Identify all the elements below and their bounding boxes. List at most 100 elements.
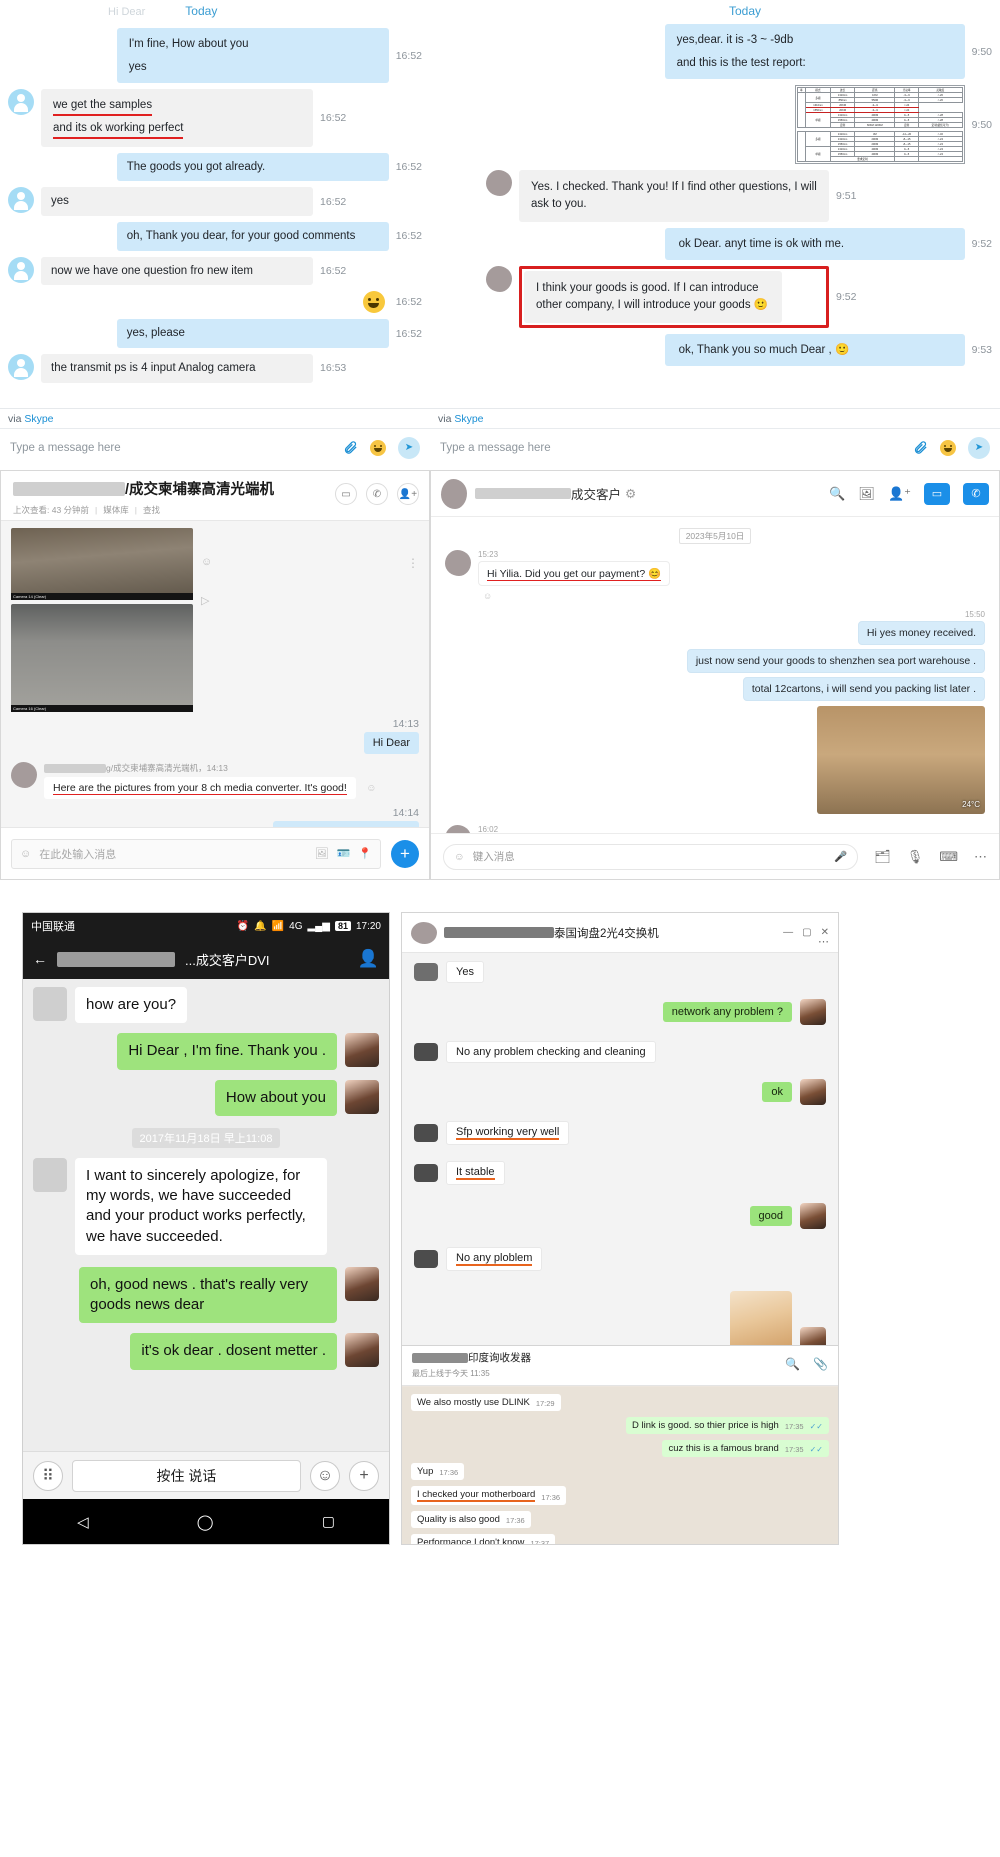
message-bubble[interactable]: good [749, 1206, 792, 1226]
emoji-icon[interactable] [370, 439, 386, 456]
message-bubble[interactable]: yes [41, 187, 313, 217]
test-report-image[interactable]: 率模式 波长 距离 光功率 灵敏度 多模 1310nm 1KM -3~-9 <-20 850nm… [794, 85, 965, 165]
search-link[interactable]: 查找 [143, 504, 160, 516]
message-row[interactable]: I think your goods is good. If I can int… [438, 266, 992, 328]
message-bubble[interactable]: How about you [214, 1079, 337, 1116]
video-camera-icon[interactable]: ▭ [335, 483, 357, 505]
message-bubble[interactable]: I checked your motherboard 17:36 [411, 1486, 567, 1505]
message-row[interactable]: The goods you got already. 16:52 [8, 152, 422, 182]
message-bubble[interactable]: Hi Dear , I'm fine. Thank you . [117, 1033, 337, 1070]
message-bubble[interactable]: I'm fine, How about you yes [116, 28, 389, 84]
via-app-name[interactable]: Skype [454, 413, 483, 425]
good-sticker-image[interactable] [730, 1291, 792, 1351]
message-bubble[interactable]: Here are the pictures from your 8 ch med… [44, 777, 356, 799]
more-icon[interactable]: ⋯ [974, 849, 987, 865]
home-circle-icon[interactable]: ◯ [197, 1513, 214, 1531]
message-bubble[interactable]: the transmit ps is 4 input Analog camera [41, 354, 313, 383]
emoji-icon[interactable] [940, 439, 956, 456]
emoji-icon[interactable]: ☺ [454, 851, 465, 863]
message-row[interactable]: ok, Thank you so much Dear , 🙂 9:53 [438, 333, 992, 367]
keyboard-icon[interactable]: ⠿ [33, 1460, 63, 1491]
add-attachment-button[interactable]: + [349, 1460, 379, 1491]
message-input[interactable]: Type a message here [10, 442, 331, 454]
message-bubble[interactable]: Hi Yilia. Did you get our payment? 😊 [478, 561, 671, 586]
message-input[interactable]: ☺ 键入消息 🎤 [443, 843, 859, 870]
gear-icon[interactable]: ⚙ [625, 486, 636, 501]
message-bubble[interactable]: it's ok dear . dosent metter . [130, 1333, 337, 1370]
emoji-reaction-icon[interactable]: ☺ [366, 783, 376, 794]
location-icon[interactable]: 📍 [358, 847, 372, 860]
back-triangle-icon[interactable]: ◁ [77, 1513, 89, 1531]
search-icon[interactable]: 🔍 [829, 486, 845, 502]
camera-image-2[interactable]: Camera 16 (Clear) [11, 604, 193, 712]
forward-icon[interactable]: ▷ [201, 594, 212, 607]
recents-square-icon[interactable]: ▢ [322, 1513, 335, 1530]
message-bubble[interactable]: Yes [446, 961, 484, 983]
person-icon[interactable]: 👤 [358, 949, 379, 969]
back-button[interactable]: ← [33, 951, 47, 967]
message-bubble[interactable]: D link is good. so thier price is high 17… [626, 1417, 829, 1434]
message-row[interactable]: yes 16:52 [8, 187, 422, 217]
message-row[interactable]: Yes. I checked. Thank you! If I find oth… [438, 170, 992, 222]
sticker-icon[interactable]: 🗂 [874, 849, 891, 865]
attach-clip-icon[interactable] [343, 440, 358, 455]
send-button[interactable]: ➤ [398, 436, 420, 459]
emoji-icon[interactable]: ☺ [310, 1460, 340, 1491]
minimize-icon[interactable]: — [783, 927, 793, 938]
hold-to-talk-button[interactable]: 按住 说话 [72, 1459, 301, 1492]
card-icon[interactable]: 🪪 [337, 847, 351, 860]
message-bubble[interactable]: Quality is also good 17:36 [411, 1511, 531, 1528]
message-input[interactable]: ☺ 在此处输入消息 🖼 🪪 📍 [11, 838, 381, 869]
message-bubble[interactable]: I want to sincerely apologize, for my wo… [75, 1157, 327, 1255]
keyboard-icon[interactable]: ⌨ [939, 849, 958, 865]
message-bubble[interactable]: The goods you got already. [116, 152, 389, 182]
message-bubble[interactable]: No any problem checking and cleaning [446, 1041, 656, 1063]
message-row[interactable]: I'm fine, How about you yes 16:52 [8, 28, 422, 84]
message-row[interactable]: the transmit ps is 4 input Analog camera… [8, 354, 422, 383]
message-bubble[interactable]: We also mostly use DLINK 17:29 [411, 1394, 561, 1411]
message-input[interactable]: Type a message here [440, 442, 901, 454]
message-bubble[interactable]: how are you? [75, 987, 188, 1024]
media-library-link[interactable]: 媒体库 [103, 504, 129, 516]
message-bubble[interactable]: we get the samples and its ok working pe… [41, 89, 313, 147]
message-row[interactable]: we get the samples and its ok working pe… [8, 89, 422, 147]
message-bubble[interactable]: Yup 17:36 [411, 1463, 465, 1480]
message-bubble[interactable]: oh, Thank you dear, for your good commen… [116, 222, 389, 251]
camera-image-1[interactable]: Camera 14 (Clear) [11, 528, 193, 600]
message-bubble[interactable]: cuz this is a famous brand 17:35 ✓✓ [662, 1440, 829, 1457]
message-row[interactable]: oh, Thank you dear, for your good commen… [8, 222, 422, 251]
carton-photo[interactable]: 24°C [817, 706, 985, 814]
add-person-icon[interactable]: 👤+ [397, 483, 419, 505]
message-bubble[interactable]: just now send your goods to shenzhen sea… [686, 649, 985, 673]
message-bubble[interactable]: I think your goods is good. If I can int… [524, 271, 782, 323]
emoji-icon[interactable]: ☺ [20, 848, 31, 860]
video-call-icon[interactable]: ▭ [924, 482, 950, 505]
emoji-reaction-icon[interactable]: ☺ [201, 556, 212, 568]
message-bubble[interactable]: total 12cartons, i will send you packing… [742, 677, 985, 701]
message-bubble[interactable]: ok Dear. anyt time is ok with me. [664, 227, 965, 261]
message-bubble[interactable]: It stable [446, 1161, 505, 1185]
message-bubble[interactable]: now we have one question fro new item [41, 256, 313, 286]
message-row[interactable]: now we have one question fro new item 16… [8, 256, 422, 286]
message-bubble[interactable]: yes, please [116, 319, 389, 349]
voice-icon[interactable]: 🎤 [834, 850, 847, 863]
send-button[interactable]: ➤ [968, 436, 990, 459]
screenshot-icon[interactable]: 🖼 [858, 486, 875, 502]
message-bubble[interactable]: Performance I don't know 17:37 [411, 1534, 556, 1544]
mic-icon[interactable]: 🎙 [907, 849, 924, 865]
more-options-icon[interactable]: ⋮ [407, 528, 419, 570]
phone-icon[interactable]: ✆ [366, 483, 388, 505]
message-bubble[interactable]: Sfp working very well [446, 1121, 570, 1145]
image-icon[interactable]: 🖼 [315, 847, 329, 860]
attach-icon[interactable]: 📎 [813, 1357, 828, 1371]
message-row-image[interactable]: 率模式 波长 距离 光功率 灵敏度 多模 1310nm 1KM -3~-9 <-20 850nm… [438, 85, 992, 165]
message-bubble[interactable]: yes,dear. it is -3 ~ -9db and this is th… [664, 24, 965, 80]
message-row[interactable]: ok Dear. anyt time is ok with me. 9:52 [438, 227, 992, 261]
attach-clip-icon[interactable] [913, 440, 928, 455]
message-row[interactable]: 16:52 [8, 291, 422, 314]
send-button[interactable]: + [391, 839, 419, 868]
message-row[interactable]: yes,dear. it is -3 ~ -9db and this is th… [438, 24, 992, 80]
voice-call-icon[interactable]: ✆ [963, 482, 989, 505]
message-bubble[interactable]: Yes. I checked. Thank you! If I find oth… [519, 170, 829, 222]
search-icon[interactable]: 🔍 [785, 1357, 800, 1371]
